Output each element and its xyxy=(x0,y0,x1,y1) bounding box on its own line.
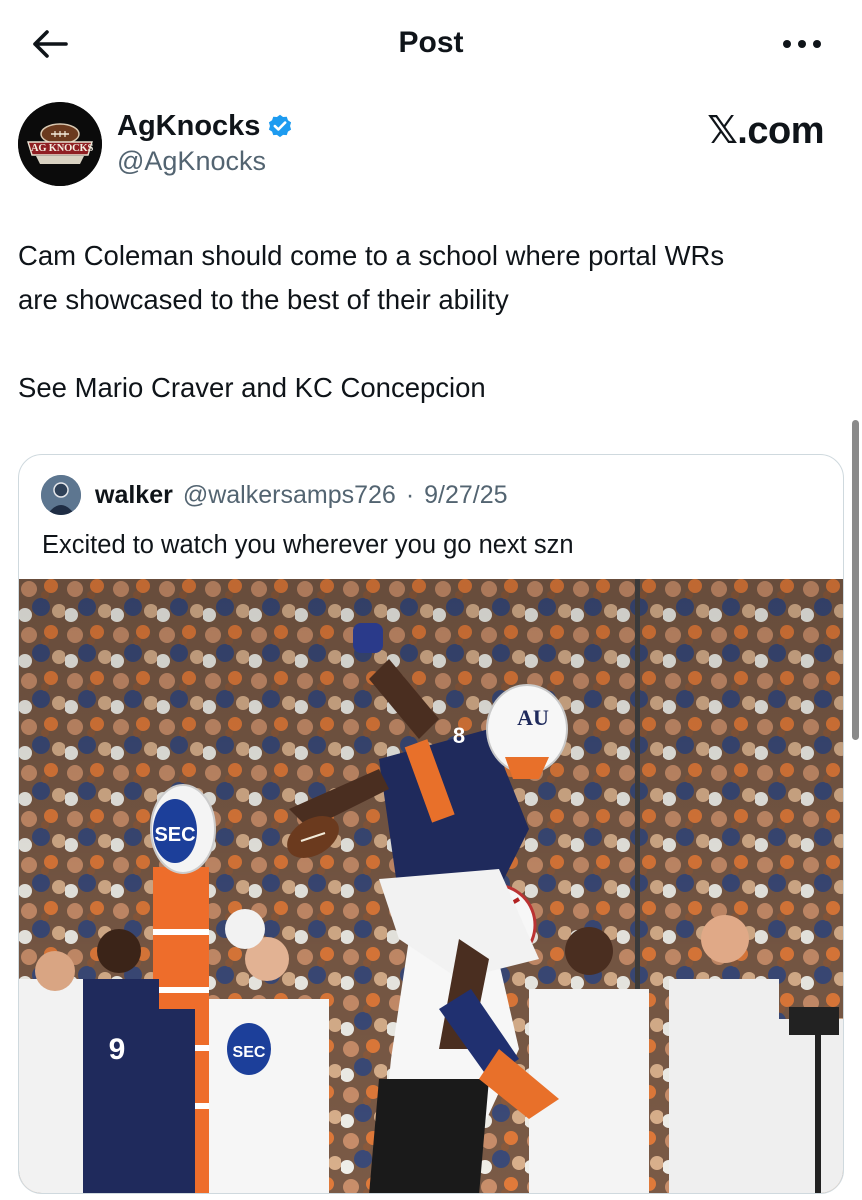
author-handle[interactable]: @AgKnocks xyxy=(117,146,266,177)
quote-author-handle[interactable]: @walkersamps726 xyxy=(183,481,396,510)
quote-separator: · xyxy=(405,480,415,509)
sign-text: SEC xyxy=(154,824,195,846)
quote-media-photo[interactable]: AU 8 SEC SEC 9 xyxy=(19,579,843,1193)
author-avatar[interactable]: AG KNOCKS xyxy=(18,102,102,186)
post-text-line: Cam Coleman should come to a school wher… xyxy=(18,240,725,271)
quote-author-name[interactable]: walker xyxy=(95,481,173,510)
more-button[interactable] xyxy=(778,28,826,60)
more-dots-icon xyxy=(783,40,821,48)
author-name-link[interactable]: AgKnocks xyxy=(117,110,294,143)
top-bar: Post xyxy=(0,0,862,90)
jersey-number: 8 xyxy=(453,723,465,748)
football-photo-icon: AU 8 SEC SEC 9 xyxy=(19,579,843,1193)
page-title: Post xyxy=(398,26,464,59)
author-name: AgKnocks xyxy=(117,110,261,142)
helmet-logo: AU xyxy=(517,705,549,730)
quoted-post-card[interactable]: walker @walkersamps726 · 9/27/25 Excited… xyxy=(18,454,844,1194)
shirt-logo-text: SEC xyxy=(233,1044,266,1061)
verified-badge-icon xyxy=(269,114,292,137)
quote-author-avatar[interactable] xyxy=(41,475,81,515)
quote-text: Excited to watch you wherever you go nex… xyxy=(42,531,574,559)
quoted-post-header: walker @walkersamps726 · 9/27/25 xyxy=(41,475,508,515)
post-header: AG KNOCKS AgKnocks @AgKnocks 𝕏.com xyxy=(18,102,844,192)
post-text: Cam Coleman should come to a school wher… xyxy=(18,234,848,410)
avatar-text: AG KNOCKS xyxy=(31,143,94,154)
quote-date[interactable]: 9/27/25 xyxy=(424,481,507,510)
bench-jersey-number: 9 xyxy=(109,1033,126,1066)
quote-avatar-photo xyxy=(41,475,81,515)
x-com-watermark: 𝕏.com xyxy=(707,110,824,152)
post-text-line: See Mario Craver and KC Concepcion xyxy=(18,372,486,403)
scrollbar-thumb[interactable] xyxy=(852,420,859,740)
post-text-line: are showcased to the best of their abili… xyxy=(18,284,509,315)
